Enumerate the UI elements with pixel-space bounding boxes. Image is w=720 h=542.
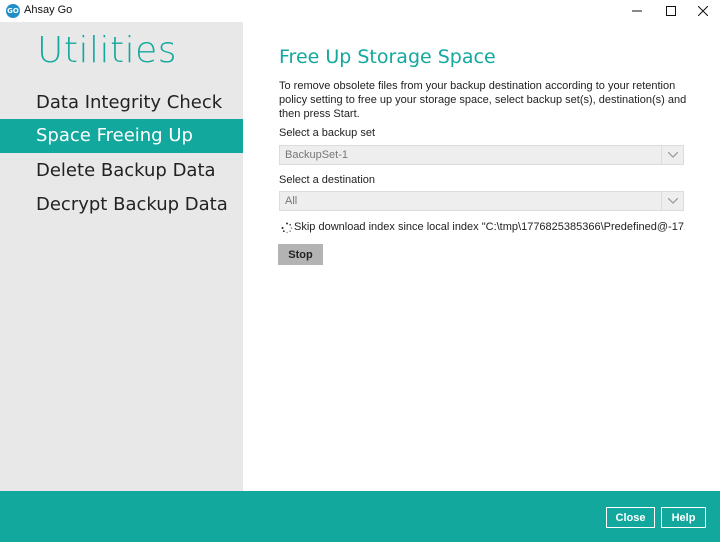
sidebar-item-space-freeing-up[interactable]: Space Freeing Up [0,119,243,153]
close-button[interactable]: Close [606,507,655,528]
sidebar-item-delete-backup-data[interactable]: Delete Backup Data [0,154,243,188]
backup-set-label: Select a backup set [279,127,376,139]
page-title: Free Up Storage Space [279,46,496,68]
chevron-down-icon [668,198,678,204]
chevron-down-icon [668,152,678,158]
title-bar: GO Ahsay Go [0,0,720,22]
sidebar-item-label: Data Integrity Check [36,92,223,113]
app-logo-icon: GO [6,4,20,18]
minimize-icon [632,10,642,12]
destination-label: Select a destination [279,174,376,186]
sidebar-item-label: Delete Backup Data [36,160,216,181]
sidebar-item-label: Decrypt Backup Data [36,194,228,215]
destination-select[interactable]: All [279,191,684,211]
spinner-icon [281,222,293,234]
maximize-button[interactable] [654,0,688,22]
destination-value: All [285,195,298,207]
window-title: Ahsay Go [24,4,73,16]
status-text: Skip download index since local index "C… [294,221,685,233]
close-icon [698,6,708,16]
backup-set-select[interactable]: BackupSet-1 [279,145,684,165]
backup-set-dropdown-button[interactable] [661,146,683,164]
sidebar-item-label: Space Freeing Up [36,125,193,146]
stop-button[interactable]: Stop [278,244,323,265]
destination-dropdown-button[interactable] [661,192,683,210]
sidebar-item-data-integrity-check[interactable]: Data Integrity Check [0,86,243,120]
footer-bar: Close Help [0,491,720,542]
maximize-icon [666,6,676,16]
page-description: To remove obsolete files from your backu… [279,80,687,120]
sidebar-item-decrypt-backup-data[interactable]: Decrypt Backup Data [0,188,243,222]
progress-status: Skip download index since local index "C… [281,220,685,236]
sidebar: Utilities Data Integrity Check Space Fre… [0,22,243,491]
sidebar-heading: Utilities [37,30,177,71]
close-window-button[interactable] [686,0,720,22]
minimize-button[interactable] [620,0,654,22]
backup-set-value: BackupSet-1 [285,149,348,161]
help-button[interactable]: Help [661,507,706,528]
